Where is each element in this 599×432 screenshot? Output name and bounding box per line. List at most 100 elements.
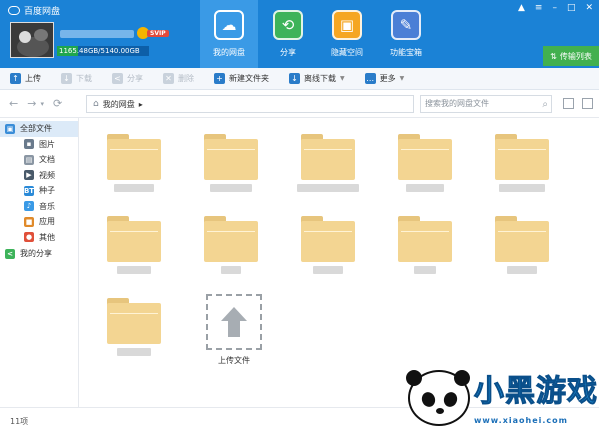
sidebar-item-label: 文档	[39, 155, 55, 165]
sidebar-item-5[interactable]: ♪ 音乐	[0, 199, 78, 215]
music-icon: ♪	[24, 201, 34, 212]
sidebar-item-0[interactable]: ▣ 全部文件	[0, 121, 78, 137]
search-icon[interactable]: ⌕	[542, 97, 548, 113]
navigation-bar: ← → ▾ ⟳ ⌂ 我的网盘 ▸ 搜索我的网盘文件 ⌕	[0, 90, 599, 118]
refresh-icon[interactable]: ⟳	[53, 97, 62, 110]
folder-item[interactable]	[301, 216, 357, 278]
search-input[interactable]: 搜索我的网盘文件 ⌕	[420, 95, 552, 113]
new-folder-icon: +	[214, 73, 225, 84]
sidebar-item-7[interactable]: ● 其他	[0, 230, 78, 246]
document-icon: ▤	[24, 154, 34, 165]
toolbar: ↑ 上传 ↓ 下载 < 分享 ✕ 删除 + 新建文件夹 ↓ 离线下载 ▼ … 更多 ▼	[0, 68, 599, 90]
window-control-0[interactable]: ▲	[518, 3, 525, 13]
folder-name-blurred	[313, 266, 343, 274]
upload-file-tile[interactable]	[206, 294, 262, 350]
folder-name-blurred	[221, 266, 241, 274]
folder-item[interactable]	[398, 134, 454, 196]
forward-dropdown-icon[interactable]: ▾	[40, 100, 44, 108]
toolbar-label: 更多	[379, 74, 396, 83]
folder-icon-body	[495, 221, 549, 262]
transfer-list-button[interactable]: ⇅ 传输列表	[543, 46, 599, 66]
share-icon: ⟲	[273, 10, 303, 40]
header-bar: 百度网盘 SVIP 1165.48GB/5140.00GB ☁ 我的网盘 ⟲ 分享 ▣ 隐…	[0, 0, 599, 68]
svip-badge[interactable]: SVIP	[137, 27, 169, 39]
breadcrumb-arrow-icon[interactable]: ▸	[139, 100, 143, 109]
window-control-3[interactable]: □	[567, 3, 576, 13]
toolbar-button-4[interactable]: + 新建文件夹	[204, 73, 279, 84]
avatar[interactable]	[10, 22, 54, 58]
toolbar-button-5[interactable]: ↓ 离线下载 ▼	[279, 73, 355, 84]
folder-name-blurred	[406, 184, 444, 192]
main-tab-0[interactable]: ☁ 我的网盘	[200, 0, 258, 68]
folder-item[interactable]	[204, 216, 260, 278]
all-files-icon: ▣	[5, 123, 15, 134]
sidebar-item-1[interactable]: ▪ 图片	[0, 137, 78, 153]
username-blurred	[60, 30, 134, 38]
toolbar-button-2[interactable]: < 分享	[102, 73, 153, 84]
grid-view-icon[interactable]	[582, 98, 593, 109]
sidebar-item-label: 其他	[39, 232, 55, 242]
toolbar-button-3[interactable]: ✕ 删除	[153, 73, 204, 84]
folder-item[interactable]	[107, 216, 163, 278]
folder-item[interactable]	[495, 134, 551, 196]
main-tab-label: 我的网盘	[213, 48, 245, 57]
folder-icon-body	[398, 221, 452, 262]
main-tab-1[interactable]: ⟲ 分享	[259, 0, 317, 68]
watermark-url: www.xiaohei.com	[474, 416, 568, 425]
share-icon: <	[112, 73, 123, 84]
forward-arrow-icon[interactable]: →	[27, 97, 36, 110]
toolbar-label: 分享	[127, 74, 143, 83]
breadcrumb-item[interactable]: 我的网盘	[103, 99, 135, 110]
home-icon: ⌂	[93, 99, 99, 109]
folder-icon-body	[107, 221, 161, 262]
sidebar-item-2[interactable]: ▤ 文档	[0, 152, 78, 168]
sidebar-item-3[interactable]: ▶ 视频	[0, 168, 78, 184]
breadcrumb[interactable]: ⌂ 我的网盘 ▸	[86, 95, 414, 113]
folder-item[interactable]	[107, 298, 163, 360]
folder-name-blurred	[117, 266, 151, 274]
main-tab-label: 功能宝箱	[390, 48, 422, 57]
sidebar-item-label: 视频	[39, 170, 55, 180]
folder-item[interactable]	[107, 134, 163, 196]
folder-item[interactable]	[495, 216, 551, 278]
main-tab-3[interactable]: ✎ 功能宝箱	[377, 0, 435, 68]
item-count: 11项	[10, 417, 29, 426]
folder-name-blurred	[210, 184, 252, 192]
toolbar-label: 下载	[76, 74, 92, 83]
folder-name-blurred	[414, 266, 436, 274]
sidebar-item-label: 应用	[39, 217, 55, 227]
window-control-1[interactable]: ≡	[535, 3, 543, 13]
chevron-down-icon: ▼	[340, 75, 345, 82]
sidebar-item-8[interactable]: < 我的分享	[0, 246, 78, 262]
sidebar-item-6[interactable]: ■ 应用	[0, 214, 78, 230]
offline-download-icon: ↓	[289, 73, 300, 84]
folder-name-blurred	[507, 266, 537, 274]
sidebar-item-4[interactable]: BT 种子	[0, 183, 78, 199]
app-icon: ■	[24, 216, 34, 227]
list-view-icon[interactable]	[563, 98, 574, 109]
baidu-cloud-logo-icon	[8, 6, 20, 15]
folder-item[interactable]	[398, 216, 454, 278]
folder-icon-body	[398, 139, 452, 180]
my-share-icon: <	[5, 248, 15, 259]
toolbar-label: 离线下载	[304, 74, 336, 83]
main-tab-2[interactable]: ▣ 隐藏空间	[318, 0, 376, 68]
folder-icon-body	[495, 139, 549, 180]
toolbar-button-6[interactable]: … 更多 ▼	[355, 73, 415, 84]
app-title: 百度网盘	[24, 7, 61, 17]
window-control-4[interactable]: ✕	[585, 3, 593, 13]
storage-quota[interactable]: 1165.48GB/5140.00GB	[57, 46, 149, 56]
upload-arrow-icon	[221, 307, 247, 337]
download-icon: ↓	[61, 73, 72, 84]
other-icon: ●	[24, 232, 34, 243]
folder-name-blurred	[499, 184, 545, 192]
toolbar-button-1[interactable]: ↓ 下载	[51, 73, 102, 84]
folder-item[interactable]	[297, 134, 359, 196]
toolbar-button-0[interactable]: ↑ 上传	[0, 73, 51, 84]
video-icon: ▶	[24, 170, 34, 181]
back-arrow-icon[interactable]: ←	[9, 97, 18, 110]
folder-icon-body	[204, 221, 258, 262]
folder-item[interactable]	[204, 134, 260, 196]
main-tab-label: 分享	[280, 48, 296, 57]
window-control-2[interactable]: –	[552, 3, 557, 13]
